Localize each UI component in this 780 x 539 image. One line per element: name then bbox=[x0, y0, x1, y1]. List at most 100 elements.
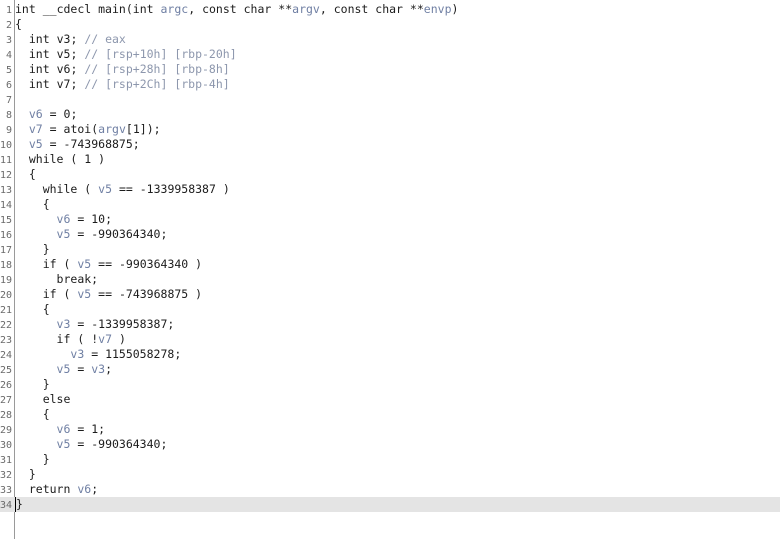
line-number: 2 bbox=[5, 20, 12, 31]
code-line[interactable]: 12 { bbox=[0, 167, 780, 182]
code-line[interactable]: 34} bbox=[0, 497, 780, 512]
line-number: 1 bbox=[5, 5, 12, 16]
code-text: { bbox=[28, 167, 36, 181]
code-text: v5 = v3; bbox=[56, 362, 113, 376]
code-text: v6 = 10; bbox=[56, 212, 113, 226]
code-line[interactable]: 32 } bbox=[0, 467, 780, 482]
code-line[interactable]: 28 { bbox=[0, 407, 780, 422]
code-line[interactable]: 2{ bbox=[0, 17, 780, 32]
code-text: if ( v5 == -990364340 ) bbox=[42, 257, 203, 271]
code-text: if ( !v7 ) bbox=[56, 332, 126, 346]
line-number: 24 bbox=[0, 350, 13, 361]
code-line[interactable]: 15 v6 = 10; bbox=[0, 212, 780, 227]
code-line[interactable]: 7 bbox=[0, 92, 780, 107]
code-text: } bbox=[42, 377, 50, 391]
code-area[interactable]: 1 int __cdecl main(int argc, const char *… bbox=[0, 2, 780, 512]
line-number: 4 bbox=[5, 50, 12, 61]
code-text: { bbox=[42, 407, 50, 421]
code-line[interactable]: 5 int v6; // [rsp+28h] [rbp-8h] bbox=[0, 62, 780, 77]
line-number: 8 bbox=[5, 110, 12, 121]
code-line[interactable]: 19 break; bbox=[0, 272, 780, 287]
code-text: int v7; // [rsp+2Ch] [rbp-4h] bbox=[28, 77, 230, 91]
code-text: int v3; // eax bbox=[28, 32, 126, 46]
code-text: int __cdecl main(int argc, const char **… bbox=[15, 2, 459, 16]
code-line[interactable]: 16 v5 = -990364340; bbox=[0, 227, 780, 242]
line-number: 22 bbox=[0, 320, 13, 331]
line-number: 13 bbox=[0, 185, 13, 196]
code-line[interactable]: 4 int v5; // [rsp+10h] [rbp-20h] bbox=[0, 47, 780, 62]
code-text: v6 = 1; bbox=[56, 422, 106, 436]
line-number: 18 bbox=[0, 260, 13, 271]
line-number: 33 bbox=[0, 485, 13, 496]
code-line[interactable]: 30 v5 = -990364340; bbox=[0, 437, 780, 452]
code-text: v3 = 1155058278; bbox=[70, 347, 182, 361]
line-number: 25 bbox=[0, 365, 13, 376]
line-number: 29 bbox=[0, 425, 13, 436]
code-line[interactable]: 9 v7 = atoi(argv[1]); bbox=[0, 122, 780, 137]
line-number: 23 bbox=[0, 335, 13, 346]
code-line[interactable]: 3 int v3; // eax bbox=[0, 32, 780, 47]
line-number: 28 bbox=[0, 410, 13, 421]
code-line[interactable]: 10 v5 = -743968875; bbox=[0, 137, 780, 152]
line-number: 21 bbox=[0, 305, 13, 316]
code-line[interactable]: 24 v3 = 1155058278; bbox=[0, 347, 780, 362]
code-text: v5 = -990364340; bbox=[56, 437, 168, 451]
line-number: 12 bbox=[0, 170, 13, 181]
code-text: } bbox=[15, 497, 23, 512]
code-text: else bbox=[42, 392, 71, 406]
line-number: 6 bbox=[5, 80, 12, 91]
code-text: { bbox=[42, 197, 50, 211]
code-text: v7 = atoi(argv[1]); bbox=[28, 122, 161, 136]
line-number: 19 bbox=[0, 275, 13, 286]
line-number: 14 bbox=[0, 200, 13, 211]
code-line[interactable]: 26 } bbox=[0, 377, 780, 392]
line-number: 9 bbox=[5, 125, 12, 136]
line-number: 17 bbox=[0, 245, 13, 256]
line-number: 16 bbox=[0, 230, 13, 241]
line-number: 31 bbox=[0, 455, 13, 466]
code-line[interactable]: 23 if ( !v7 ) bbox=[0, 332, 780, 347]
code-line[interactable]: 20 if ( v5 == -743968875 ) bbox=[0, 287, 780, 302]
code-text: v5 = -990364340; bbox=[56, 227, 168, 241]
code-line[interactable]: 17 } bbox=[0, 242, 780, 257]
line-number: 27 bbox=[0, 395, 13, 406]
line-number: 7 bbox=[5, 95, 12, 106]
code-line[interactable]: 13 while ( v5 == -1339958387 ) bbox=[0, 182, 780, 197]
code-text: if ( v5 == -743968875 ) bbox=[42, 287, 203, 301]
line-number: 15 bbox=[0, 215, 13, 226]
code-text: while ( 1 ) bbox=[28, 152, 106, 166]
code-line[interactable]: 22 v3 = -1339958387; bbox=[0, 317, 780, 332]
code-text: } bbox=[42, 242, 50, 256]
code-text: int v6; // [rsp+28h] [rbp-8h] bbox=[28, 62, 230, 76]
line-number: 30 bbox=[0, 440, 13, 451]
code-line[interactable]: 29 v6 = 1; bbox=[0, 422, 780, 437]
code-text: } bbox=[28, 467, 36, 481]
code-text: { bbox=[42, 302, 50, 316]
line-number: 20 bbox=[0, 290, 13, 301]
code-line[interactable]: 25 v5 = v3; bbox=[0, 362, 780, 377]
code-text: return v6; bbox=[28, 482, 99, 496]
line-number: 5 bbox=[5, 65, 12, 76]
code-text: v3 = -1339958387; bbox=[56, 317, 175, 331]
code-text: v6 = 0; bbox=[28, 107, 78, 121]
line-number: 10 bbox=[0, 140, 13, 151]
line-number: 11 bbox=[0, 155, 13, 166]
code-line[interactable]: 11 while ( 1 ) bbox=[0, 152, 780, 167]
code-line[interactable]: 8 v6 = 0; bbox=[0, 107, 780, 122]
line-number: 32 bbox=[0, 470, 13, 481]
code-line[interactable]: 18 if ( v5 == -990364340 ) bbox=[0, 257, 780, 272]
code-text: int v5; // [rsp+10h] [rbp-20h] bbox=[28, 47, 237, 61]
code-line[interactable]: 6 int v7; // [rsp+2Ch] [rbp-4h] bbox=[0, 77, 780, 92]
code-line[interactable]: 1 int __cdecl main(int argc, const char *… bbox=[0, 2, 780, 17]
code-line[interactable]: 31 } bbox=[0, 452, 780, 467]
code-text: { bbox=[15, 17, 22, 31]
code-text: } bbox=[42, 452, 50, 466]
code-line[interactable]: 33 return v6; bbox=[0, 482, 780, 497]
line-number: 34 bbox=[0, 500, 13, 511]
pseudocode-editor[interactable]: 1 int __cdecl main(int argc, const char *… bbox=[0, 0, 780, 539]
code-line[interactable]: 14 { bbox=[0, 197, 780, 212]
line-number: 3 bbox=[5, 35, 12, 46]
code-line[interactable]: 27 else bbox=[0, 392, 780, 407]
code-line[interactable]: 21 { bbox=[0, 302, 780, 317]
line-number: 26 bbox=[0, 380, 13, 391]
